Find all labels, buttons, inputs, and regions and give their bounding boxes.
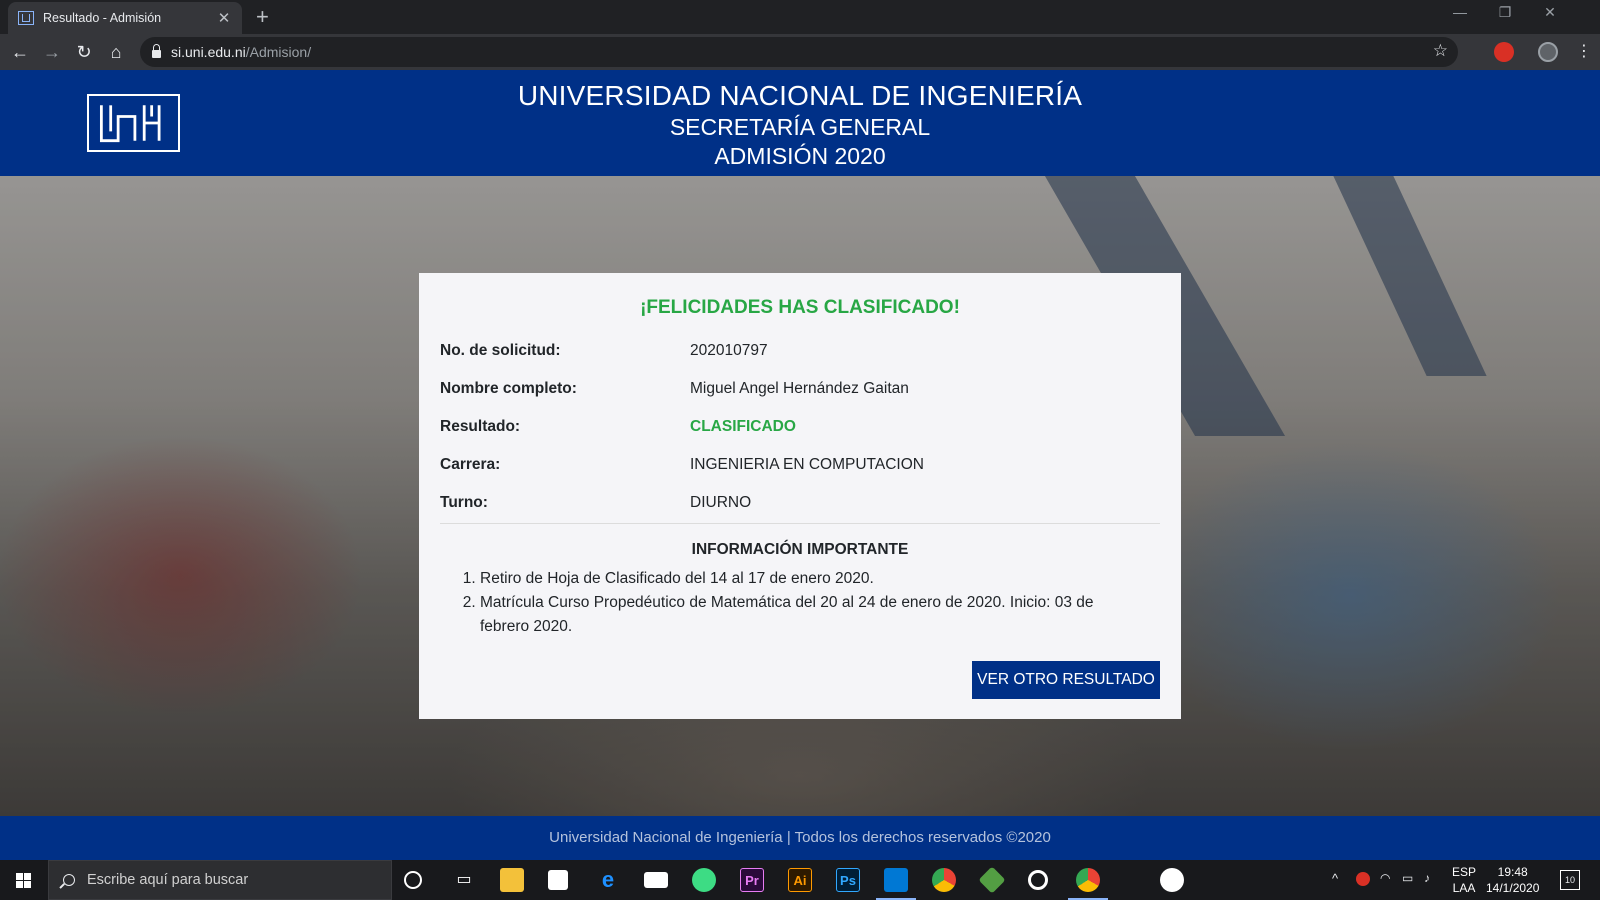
detail-row-turno: Turno: DIURNO xyxy=(440,484,1160,522)
detail-label: Resultado: xyxy=(440,418,521,435)
detail-row-nombre: Nombre completo: Miguel Angel Hernández … xyxy=(440,370,1160,408)
detail-label: Turno: xyxy=(440,494,488,511)
obs-icon[interactable] xyxy=(1028,870,1048,890)
layout-code: LAA xyxy=(1452,881,1476,895)
result-card: ¡FELICIDADES HAS CLASIFICADO! No. de sol… xyxy=(419,273,1181,719)
app-green-icon[interactable] xyxy=(1160,868,1184,892)
clock-date: 14/1/2020 xyxy=(1486,881,1540,895)
detail-label: Nombre completo: xyxy=(440,380,577,397)
search-placeholder: Escribe aquí para buscar xyxy=(87,872,249,888)
detail-row-solicitud: No. de solicitud: 202010797 xyxy=(440,332,1160,370)
tab-title: Resultado - Admisión xyxy=(43,11,162,25)
menu-kebab-icon[interactable]: ⋮ xyxy=(1572,40,1596,64)
hero-background-photo: ¡FELICIDADES HAS CLASIFICADO! No. de sol… xyxy=(0,176,1600,816)
photoshop-icon[interactable]: Ps xyxy=(836,868,860,892)
profile-avatar-icon[interactable] xyxy=(1538,42,1558,62)
important-info-heading: INFORMACIÓN IMPORTANTE xyxy=(691,541,909,558)
detail-row-carrera: Carrera: INGENIERIA EN COMPUTACION xyxy=(440,446,1160,484)
header-titles: UNIVERSIDAD NACIONAL DE INGENIERÍA SECRE… xyxy=(0,70,1600,170)
edge-icon[interactable]: e xyxy=(596,868,620,892)
mail-icon[interactable] xyxy=(644,872,668,888)
forward-arrow-icon[interactable]: → xyxy=(40,40,64,64)
university-name: UNIVERSIDAD NACIONAL DE INGENIERÍA xyxy=(517,80,1083,111)
nodejs-icon[interactable] xyxy=(978,866,1006,894)
android-studio-icon[interactable] xyxy=(692,868,716,892)
battery-icon[interactable]: ▭ xyxy=(1402,871,1413,885)
store-icon[interactable] xyxy=(548,870,568,890)
list-item: Retiro de Hoja de Clasificado del 14 al … xyxy=(480,567,1120,591)
detail-label: No. de solicitud: xyxy=(440,342,561,359)
minimize-button[interactable]: — xyxy=(1440,4,1480,20)
windows-taskbar: Escribe aquí para buscar ▭ e Pr Ai Ps ^ … xyxy=(0,860,1600,900)
page-title: ADMISIÓN 2020 xyxy=(714,143,886,169)
system-clock[interactable]: 19:48 14/1/2020 xyxy=(1486,864,1539,896)
detail-value: INGENIERIA EN COMPUTACION xyxy=(690,456,924,473)
home-icon[interactable]: ⌂ xyxy=(104,40,128,64)
clock-time: 19:48 xyxy=(1497,865,1528,879)
result-status: CLASIFICADO xyxy=(690,418,796,435)
detail-label: Carrera: xyxy=(440,456,501,473)
windows-start-icon[interactable] xyxy=(0,860,48,900)
list-item: Matrícula Curso Propedéutico de Matemáti… xyxy=(480,591,1120,639)
volume-icon[interactable]: ♪ xyxy=(1424,871,1430,885)
address-bar[interactable]: si.uni.edu.ni /Admision/ ☆ xyxy=(140,37,1458,67)
result-details: No. de solicitud: 202010797 Nombre compl… xyxy=(440,332,1160,522)
site-header: UNIVERSIDAD NACIONAL DE INGENIERÍA SECRE… xyxy=(0,70,1600,176)
important-info-list: Retiro de Hoja de Clasificado del 14 al … xyxy=(440,567,1160,639)
browser-toolbar: ← → ↻ ⌂ si.uni.edu.ni /Admision/ ☆ ⋮ xyxy=(0,34,1600,70)
taskbar-search-input[interactable]: Escribe aquí para buscar xyxy=(48,860,392,900)
tray-antivirus-icon[interactable] xyxy=(1356,872,1370,886)
detail-row-resultado: Resultado: CLASIFICADO xyxy=(440,408,1160,446)
restore-button[interactable]: ❐ xyxy=(1485,4,1525,21)
ver-otro-resultado-button[interactable]: VER OTRO RESULTADO xyxy=(972,661,1160,699)
department-name: SECRETARÍA GENERAL xyxy=(669,114,931,140)
chrome-icon[interactable] xyxy=(932,868,956,892)
close-tab-icon[interactable]: ✕ xyxy=(216,9,232,27)
tray-chevron-icon[interactable]: ^ xyxy=(1332,871,1338,886)
browser-tab[interactable]: Resultado - Admisión ✕ xyxy=(8,2,242,34)
wifi-icon[interactable]: ◠ xyxy=(1380,871,1390,885)
detail-value: 202010797 xyxy=(690,342,768,359)
bookmark-star-icon[interactable]: ☆ xyxy=(1433,41,1448,61)
divider xyxy=(440,523,1160,524)
result-heading: ¡FELICIDADES HAS CLASIFICADO! xyxy=(640,297,960,318)
chrome-profile-icon[interactable] xyxy=(1076,868,1100,892)
url-host: si.uni.edu.ni xyxy=(171,44,246,60)
task-view-icon[interactable]: ▭ xyxy=(452,868,476,892)
reload-icon[interactable]: ↻ xyxy=(72,40,96,64)
uni-favicon-icon xyxy=(18,11,34,25)
back-arrow-icon[interactable]: ← xyxy=(8,40,32,64)
file-explorer-icon[interactable] xyxy=(500,868,524,892)
url-path: /Admision/ xyxy=(245,44,312,60)
search-icon xyxy=(63,874,75,886)
detail-value: DIURNO xyxy=(690,494,752,511)
cortana-icon[interactable] xyxy=(404,871,422,889)
language-indicator[interactable]: ESP LAA xyxy=(1452,864,1476,896)
browser-tab-bar: Resultado - Admisión ✕ + — ❐ ✕ xyxy=(0,0,1600,34)
lock-icon[interactable] xyxy=(152,44,161,58)
site-footer: Universidad Nacional de Ingeniería | Tod… xyxy=(0,816,1600,860)
extension-icon[interactable] xyxy=(1494,42,1514,62)
vscode-icon[interactable] xyxy=(884,868,908,892)
detail-value: Miguel Angel Hernández Gaitan xyxy=(690,380,909,397)
notifications-icon[interactable]: 10 xyxy=(1560,870,1580,890)
lang-code: ESP xyxy=(1452,865,1477,879)
premiere-icon[interactable]: Pr xyxy=(740,868,764,892)
illustrator-icon[interactable]: Ai xyxy=(788,868,812,892)
new-tab-button[interactable]: + xyxy=(256,4,269,30)
close-window-button[interactable]: ✕ xyxy=(1530,4,1570,21)
